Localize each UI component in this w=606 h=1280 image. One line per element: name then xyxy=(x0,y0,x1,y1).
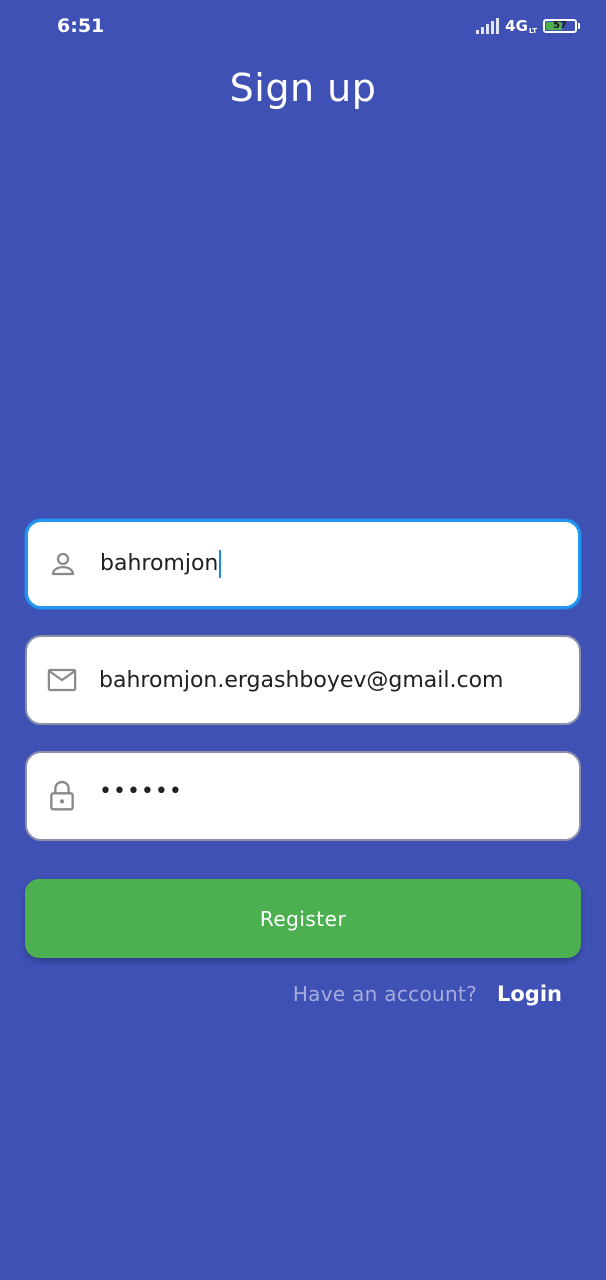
lock-icon xyxy=(47,780,77,811)
battery-tip xyxy=(578,23,580,29)
signal-icon xyxy=(476,18,500,34)
have-account-text: Have an account? xyxy=(292,982,477,1006)
page-title: Sign up xyxy=(229,66,377,110)
battery-level: 57 xyxy=(553,20,567,31)
text-caret xyxy=(219,550,222,578)
status-bar: 6:51 4GLT 57 xyxy=(0,0,606,54)
username-value: bahromjon xyxy=(100,551,219,576)
password-input[interactable]: •••••• xyxy=(99,779,183,804)
person-icon xyxy=(48,549,78,579)
username-field[interactable]: bahromjon xyxy=(25,519,581,609)
email-field[interactable]: bahromjon.ergashboyev@gmail.com xyxy=(25,635,581,725)
mail-icon xyxy=(47,665,77,695)
login-link[interactable]: Login xyxy=(497,982,562,1006)
status-icons: 4GLT 57 xyxy=(476,17,580,35)
network-type: 4G xyxy=(505,17,528,35)
email-input[interactable]: bahromjon.ergashboyev@gmail.com xyxy=(99,668,503,693)
login-prompt: Have an account? Login xyxy=(293,982,562,1006)
username-input[interactable]: bahromjon xyxy=(100,550,222,578)
password-field[interactable]: •••••• xyxy=(25,751,581,841)
register-button[interactable]: Register xyxy=(25,879,581,958)
status-time: 6:51 xyxy=(57,15,105,37)
battery-icon: 57 xyxy=(543,19,577,33)
network-sub: LT xyxy=(528,27,537,35)
network-label: 4GLT xyxy=(505,17,537,35)
